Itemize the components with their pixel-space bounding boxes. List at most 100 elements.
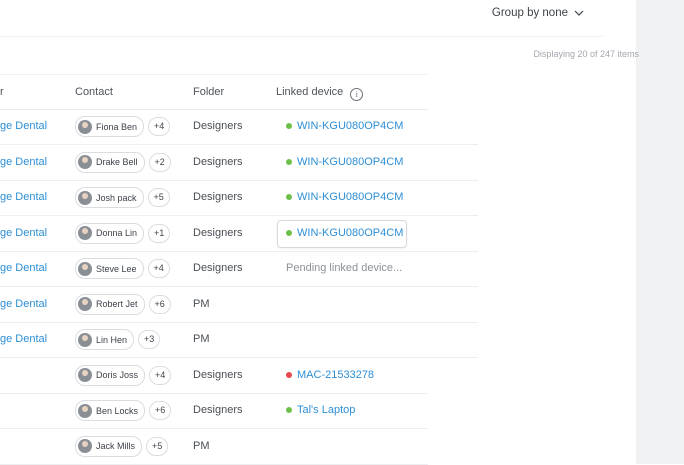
group-by-dropdown[interactable]: Group by none [492, 7, 584, 19]
folder-cell: Designers [193, 191, 243, 203]
more-contacts-badge[interactable]: +5 [147, 188, 170, 207]
contact-chip[interactable]: Fiona Ben [75, 116, 145, 137]
contact-chip[interactable]: Drake Bell [75, 151, 145, 173]
linked-device-label: WIN-KGU080OP4CM [297, 120, 404, 132]
contact-name: Robert Jet [96, 299, 138, 309]
folder-cell: Designers [193, 404, 243, 416]
contact-cell: Ben Locks +6 [75, 400, 172, 421]
avatar [78, 297, 92, 311]
folder-cell: Designers [193, 368, 243, 381]
linked-device-label: WIN-KGU080OP4CM [297, 191, 404, 203]
contact-name: Jack Mills [96, 441, 136, 451]
contact-chip[interactable]: Jack Mills [75, 435, 143, 457]
linked-device[interactable]: WIN-KGU080OP4CM [286, 191, 403, 203]
table-row[interactable]: ge Dental Josh pack +5 Designers WIN-KGU0… [0, 180, 478, 216]
contact-chip[interactable]: Lin Hen [75, 329, 135, 350]
contact-name: Steve Lee [96, 263, 137, 274]
table-row[interactable]: Doris Joss +4 Designers MAC-21533278 [0, 358, 428, 394]
chevron-down-icon [574, 10, 584, 16]
column-company[interactable]: r [0, 86, 4, 98]
contact-cell: Donna Lin +1 [75, 222, 171, 244]
contact-chip[interactable]: Ben Locks [75, 400, 146, 421]
table-row[interactable]: ge Dental Fiona Ben +4 Designers WIN-KGU0… [0, 109, 478, 145]
table-row[interactable]: ge Dental Drake Bell +2 Designers WIN-KGU… [0, 145, 478, 181]
more-contacts-badge[interactable]: +4 [147, 259, 170, 278]
avatar [78, 403, 92, 418]
table-row[interactable]: ge Dental Donna Lin +1 Designers WIN-KGU0… [0, 216, 478, 252]
more-contacts-badge[interactable]: +4 [148, 117, 171, 136]
table-row[interactable]: ge Dental Robert Jet +6 PM [0, 287, 478, 323]
more-contacts-badge[interactable]: +6 [148, 294, 171, 314]
contact-cell: Jack Mills +5 [75, 435, 169, 457]
company-link[interactable]: ge Dental [0, 262, 47, 274]
linked-device-label: MAC-21533278 [297, 368, 375, 381]
company-link[interactable]: ge Dental [0, 120, 47, 132]
toolbar: Group by none [0, 0, 603, 37]
table-header: r Contact Folder Linked device i [0, 74, 428, 110]
folder-cell: PM [193, 439, 210, 452]
contact-name: Donna Lin [96, 228, 138, 238]
avatar [78, 368, 92, 382]
contact-cell: Lin Hen +3 [75, 329, 161, 350]
contact-chip[interactable]: Steve Lee [75, 258, 144, 279]
company-link[interactable]: ge Dental [0, 156, 47, 168]
contact-cell: Steve Lee +4 [75, 258, 170, 279]
company-link[interactable]: ge Dental [0, 191, 47, 203]
linked-device[interactable]: WIN-KGU080OP4CM [286, 156, 403, 168]
folder-cell: Designers [193, 226, 243, 239]
table-row[interactable]: ge Dental Steve Lee +4 Designers Pending … [0, 251, 478, 287]
linked-device-label: WIN-KGU080OP4CM [297, 226, 404, 239]
table-row[interactable]: ge Dental Lin Hen +3 PM [0, 322, 478, 358]
avatar [78, 226, 92, 240]
column-contact[interactable]: Contact [75, 86, 113, 98]
folder-cell: Designers [193, 155, 243, 168]
contact-chip[interactable]: Donna Lin [75, 222, 145, 244]
avatar [78, 332, 92, 347]
company-link[interactable]: ge Dental [0, 333, 47, 345]
linked-device[interactable]: WIN-KGU080OP4CM [286, 227, 403, 239]
linked-device-label: WIN-KGU080OP4CM [297, 155, 404, 168]
status-dot [286, 194, 292, 200]
linked-device-label: Tal's Laptop [297, 404, 356, 416]
more-contacts-badge[interactable]: +1 [148, 223, 171, 243]
group-by-label: Group by none [491, 7, 568, 19]
contact-name: Josh pack [96, 192, 137, 203]
info-icon[interactable]: i [350, 88, 364, 101]
folder-cell: PM [193, 297, 210, 310]
contact-name: Ben Locks [96, 405, 139, 416]
items-count: Displaying 20 of 247 items [533, 49, 639, 59]
contact-cell: Josh pack +5 [75, 187, 170, 208]
contact-chip[interactable]: Josh pack [75, 187, 144, 208]
folder-cell: Designers [193, 120, 243, 132]
linked-device-label: Pending linked device... [286, 262, 403, 274]
avatar [78, 119, 92, 134]
contact-chip[interactable]: Doris Joss [75, 364, 146, 386]
avatar [78, 261, 92, 276]
contact-name: Drake Bell [96, 157, 138, 167]
status-dot [286, 371, 292, 378]
column-folder[interactable]: Folder [193, 86, 224, 98]
more-contacts-badge[interactable]: +5 [146, 436, 169, 456]
table-row[interactable]: Jack Mills +5 PM [0, 429, 428, 465]
contact-chip[interactable]: Robert Jet [75, 293, 145, 315]
contact-name: Fiona Ben [96, 121, 138, 132]
status-dot [286, 158, 292, 165]
linked-device[interactable]: Tal's Laptop [286, 404, 355, 416]
company-link[interactable]: ge Dental [0, 227, 47, 239]
avatar [78, 155, 92, 169]
more-contacts-badge[interactable]: +2 [148, 152, 171, 172]
contact-cell: Drake Bell +2 [75, 151, 171, 173]
more-contacts-badge[interactable]: +4 [149, 365, 172, 385]
side-panel [636, 0, 684, 464]
more-contacts-badge[interactable]: +6 [149, 401, 172, 420]
table-row[interactable]: Ben Locks +6 Designers Tal's Laptop [0, 393, 428, 429]
column-linked-device-label: Linked device [276, 86, 344, 98]
linked-device[interactable]: MAC-21533278 [286, 369, 374, 381]
contact-cell: Fiona Ben +4 [75, 116, 171, 137]
more-contacts-badge[interactable]: +3 [138, 330, 161, 349]
column-linked-device[interactable]: Linked device i [276, 86, 364, 101]
avatar [78, 439, 92, 453]
linked-device[interactable]: WIN-KGU080OP4CM [286, 120, 403, 132]
avatar [78, 190, 92, 205]
company-link[interactable]: ge Dental [0, 298, 47, 310]
